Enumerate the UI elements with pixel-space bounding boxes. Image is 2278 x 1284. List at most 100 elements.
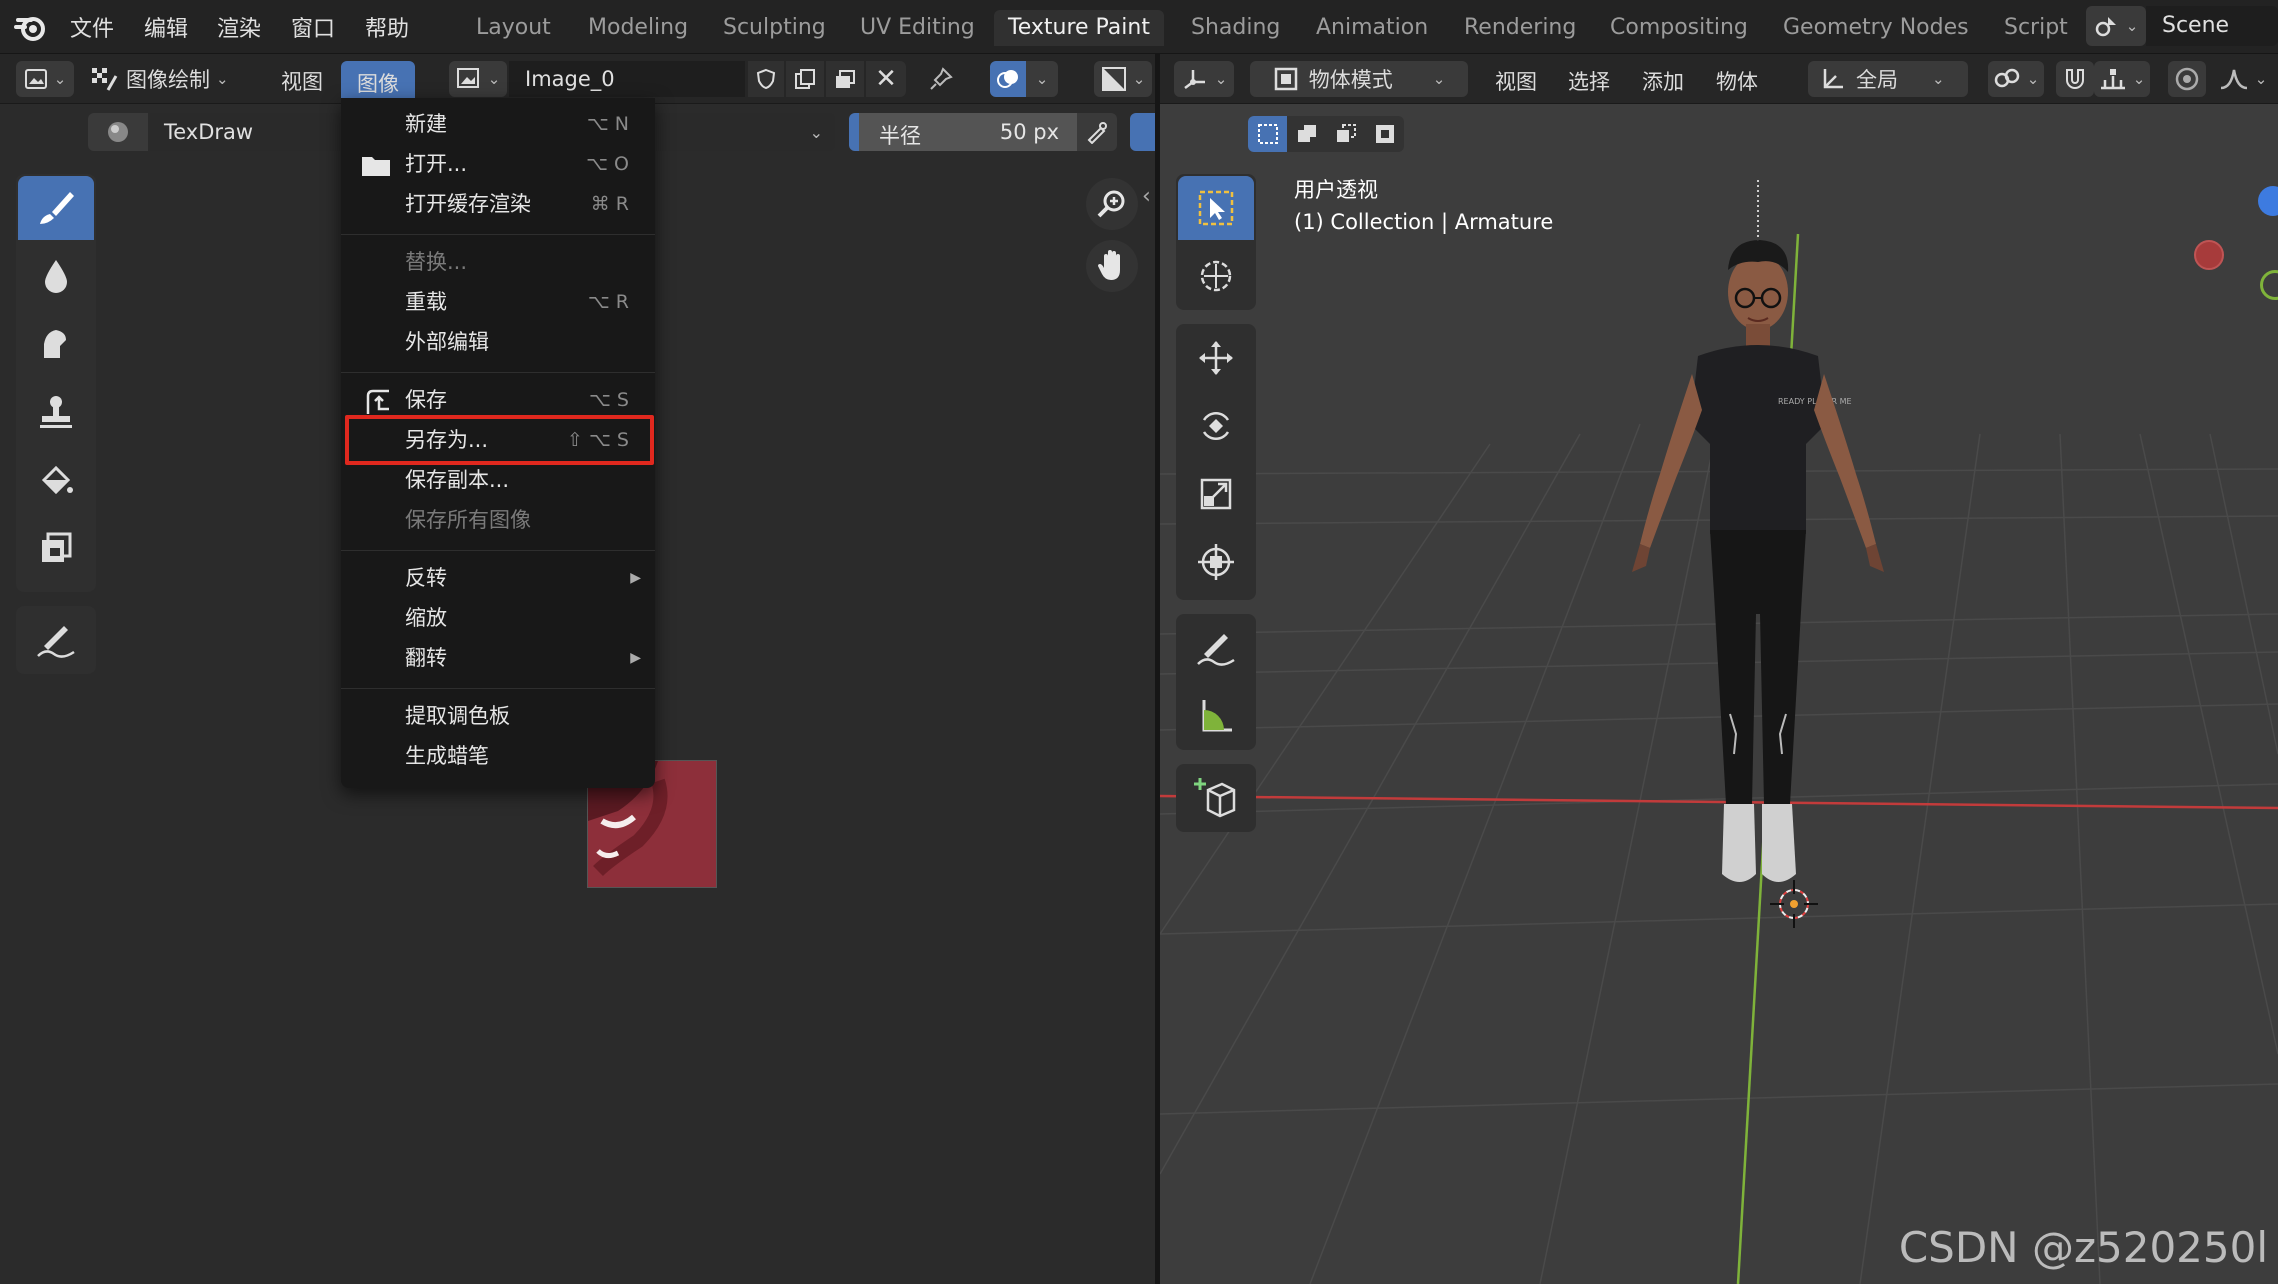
tool-fill[interactable] xyxy=(18,448,94,512)
scene-name-field[interactable]: Scene xyxy=(2146,6,2278,46)
pin-icon xyxy=(930,67,953,90)
overlay-toggle-button[interactable] xyxy=(990,61,1026,97)
duplicate-icon xyxy=(795,69,815,89)
tab-layout[interactable]: Layout xyxy=(462,10,565,46)
3d-viewport[interactable]: ⌄ 物体模式 ⌄ 视图 选择 添加 物体 全局 ⌄ ⌄ ⌄ ⌄ 用户透视 (1)… xyxy=(1160,54,2278,1284)
pivot-point-button[interactable]: ⌄ xyxy=(1988,61,2044,97)
radius-slider[interactable]: 半径 50 px xyxy=(849,113,1077,151)
menu-render[interactable]: 渲染 xyxy=(217,11,261,43)
chevron-down-icon: ⌄ xyxy=(2132,70,2146,88)
blender-logo-icon[interactable] xyxy=(14,10,48,44)
menu-item-save-all-images[interactable]: 保存所有图像 xyxy=(341,501,655,539)
menu-view[interactable]: 视图 xyxy=(281,66,323,96)
tool-select-box[interactable] xyxy=(1178,176,1254,240)
menu-window[interactable]: 窗口 xyxy=(291,11,335,43)
character-model[interactable]: READY PLAYER ME xyxy=(1580,174,1960,914)
menu-item-extract-palette[interactable]: 提取调色板 xyxy=(341,697,655,735)
radius-pressure-button[interactable] xyxy=(1077,113,1117,151)
pan-button[interactable] xyxy=(1086,240,1138,292)
image-name-field[interactable]: Image_0 xyxy=(509,61,745,97)
viewport-editor-type-button[interactable]: ⌄ xyxy=(1174,61,1234,97)
tool-cursor[interactable] xyxy=(1178,244,1254,308)
menu-file[interactable]: 文件 xyxy=(70,11,114,43)
tab-modeling[interactable]: Modeling xyxy=(574,10,702,46)
falloff-curve-icon xyxy=(2220,69,2247,90)
menu-item-generate-grease-pencil[interactable]: 生成蜡笔 xyxy=(341,737,655,775)
menu-item-open-cached-render[interactable]: 打开缓存渲染 ⌘ R xyxy=(341,185,655,223)
tool-mask[interactable] xyxy=(18,516,94,580)
viewport-menu-select[interactable]: 选择 xyxy=(1568,66,1610,96)
menu-item-label: 打开... xyxy=(405,152,468,176)
menu-item-save-copy[interactable]: 保存副本... xyxy=(341,461,655,499)
menu-item-open[interactable]: 打开... ⌥ O xyxy=(341,145,655,183)
menu-item-flip[interactable]: 翻转 ▶ xyxy=(341,639,655,677)
unlink-image-button[interactable]: ✕ xyxy=(866,61,906,97)
tab-texture-paint[interactable]: Texture Paint xyxy=(994,10,1164,46)
chevron-down-icon: ⌄ xyxy=(1214,70,1228,88)
snap-target-button[interactable]: ⌄ xyxy=(2094,61,2150,97)
viewport-menu-object[interactable]: 物体 xyxy=(1716,66,1758,96)
menu-item-invert[interactable]: 反转 ▶ xyxy=(341,559,655,597)
snap-toggle-button[interactable] xyxy=(2056,61,2094,97)
viewport-menu-view[interactable]: 视图 xyxy=(1495,66,1537,96)
display-channels-button[interactable]: ⌄ xyxy=(1094,61,1152,97)
menu-help[interactable]: 帮助 xyxy=(365,11,409,43)
pin-button[interactable] xyxy=(918,61,964,97)
tab-shading[interactable]: Shading xyxy=(1177,10,1294,46)
menu-item-new[interactable]: 新建 ⌥ N xyxy=(341,105,655,143)
select-extend-button[interactable] xyxy=(1287,116,1326,152)
menu-item-label: 外部编辑 xyxy=(405,330,489,354)
fake-user-button[interactable] xyxy=(748,61,784,97)
transform-orientation-selector[interactable]: 全局 ⌄ xyxy=(1808,61,1968,97)
menu-item-edit-externally[interactable]: 外部编辑 xyxy=(341,323,655,361)
strength-slider[interactable] xyxy=(1130,113,1155,151)
falloff-button[interactable]: ⌄ xyxy=(2208,61,2278,97)
tab-uv-editing[interactable]: UV Editing xyxy=(846,10,989,46)
select-new-button[interactable] xyxy=(1248,116,1287,152)
tool-annotate[interactable] xyxy=(18,608,94,672)
menu-edit[interactable]: 编辑 xyxy=(144,11,188,43)
tab-geometry-nodes[interactable]: Geometry Nodes xyxy=(1769,10,1983,46)
open-image-button[interactable] xyxy=(826,61,864,97)
brush-name-field[interactable]: TexDraw xyxy=(150,113,340,151)
tab-compositing[interactable]: Compositing xyxy=(1596,10,1762,46)
tool-scale[interactable] xyxy=(1178,462,1254,526)
tool-rotate[interactable] xyxy=(1178,394,1254,458)
menu-item-label: 翻转 xyxy=(405,646,447,670)
browse-image-button[interactable]: ⌄ xyxy=(449,61,507,97)
collapse-arrow-icon[interactable]: ‹ xyxy=(1142,184,1151,209)
scene-selector-button[interactable]: ⌄ xyxy=(2086,6,2146,46)
tool-draw[interactable] xyxy=(18,176,94,240)
mode-selector[interactable]: 图像绘制 ⌄ xyxy=(90,61,252,97)
brush-preview-button[interactable] xyxy=(88,113,148,151)
tab-animation[interactable]: Animation xyxy=(1302,10,1442,46)
brush-dropdown-button[interactable]: ⌄ xyxy=(655,113,835,151)
menu-item-label: 打开缓存渲染 xyxy=(405,192,531,216)
viewport-menu-add[interactable]: 添加 xyxy=(1642,66,1684,96)
tool-smear[interactable] xyxy=(18,312,94,376)
tool-transform[interactable] xyxy=(1178,530,1254,594)
select-subtract-button[interactable] xyxy=(1326,116,1365,152)
tool-soften[interactable] xyxy=(18,244,94,308)
select-invert-button[interactable] xyxy=(1365,116,1404,152)
tool-annotate-3d[interactable] xyxy=(1178,616,1254,680)
tool-move[interactable] xyxy=(1178,326,1254,390)
proportional-edit-button[interactable] xyxy=(2168,61,2206,97)
new-image-button[interactable] xyxy=(786,61,824,97)
object-mode-selector[interactable]: 物体模式 ⌄ xyxy=(1250,61,1468,97)
menu-item-replace[interactable]: 替换... xyxy=(341,243,655,281)
menu-item-resize[interactable]: 缩放 xyxy=(341,599,655,637)
editor-type-button[interactable]: ⌄ xyxy=(16,61,74,97)
zoom-button[interactable] xyxy=(1086,178,1138,230)
tab-rendering[interactable]: Rendering xyxy=(1450,10,1590,46)
chevron-down-icon: ⌄ xyxy=(2125,17,2139,35)
tool-add-cube[interactable] xyxy=(1178,766,1254,830)
tool-measure[interactable] xyxy=(1178,684,1254,748)
tool-clone[interactable] xyxy=(18,380,94,444)
menu-item-save[interactable]: 保存 ⌥ S xyxy=(341,381,655,419)
tab-script[interactable]: Script xyxy=(1990,10,2082,46)
overlay-dropdown-button[interactable]: ⌄ xyxy=(1026,61,1058,97)
gizmo-x-axis[interactable] xyxy=(2194,240,2224,270)
menu-item-reload[interactable]: 重载 ⌥ R xyxy=(341,283,655,321)
tab-sculpting[interactable]: Sculpting xyxy=(709,10,840,46)
